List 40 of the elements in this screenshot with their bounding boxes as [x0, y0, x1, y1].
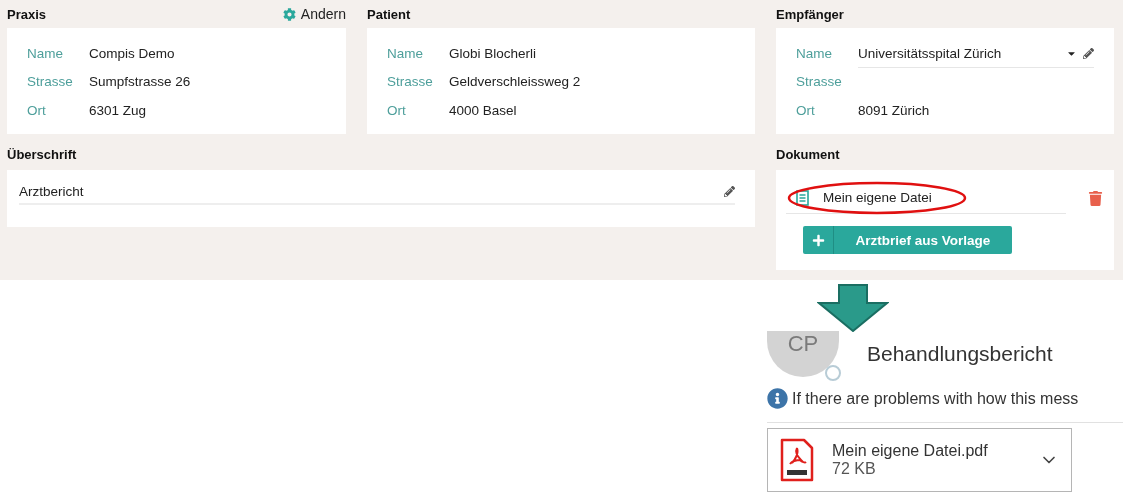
- plus-icon: [811, 233, 825, 247]
- field-label: Name: [27, 45, 64, 61]
- field-value: Geldverschleissweg 2: [449, 74, 582, 90]
- field-label: Strasse: [27, 74, 74, 90]
- recipient-dropdown[interactable]: Universitätsspital Zürich: [858, 39, 1094, 68]
- document-item[interactable]: Mein eigene Datei: [786, 182, 1066, 214]
- gear-icon: [282, 7, 296, 21]
- attachment-card[interactable]: Mein eigene Datei.pdf 72 KB: [767, 428, 1072, 492]
- field-label: Ort: [27, 102, 47, 118]
- email-subject: Behandlungsbericht: [867, 342, 1053, 366]
- down-arrow-icon: [817, 284, 889, 332]
- section-title: Dokument: [776, 147, 840, 162]
- pencil-icon[interactable]: [724, 186, 735, 197]
- document-icon: [796, 189, 809, 206]
- field-label: Ort: [387, 102, 407, 118]
- field-value: 6301 Zug: [89, 102, 148, 118]
- pencil-icon[interactable]: [1083, 47, 1094, 59]
- field-value: 8091 Zürich: [858, 102, 931, 118]
- heading-field[interactable]: Arztbericht: [19, 176, 735, 205]
- field-value: 4000 Basel: [449, 102, 518, 118]
- presence-icon: [825, 365, 841, 381]
- field-label: Name: [387, 45, 424, 61]
- trash-icon[interactable]: [1088, 190, 1103, 206]
- field-value: Sumpfstrasse 26: [89, 74, 192, 90]
- edit-link[interactable]: Andern: [282, 6, 346, 22]
- info-icon: [767, 388, 788, 409]
- info-message: If there are problems with how this mess: [792, 389, 1079, 408]
- attachment-name: Mein eigene Datei.pdf: [832, 442, 989, 460]
- field-label: Name: [796, 46, 833, 61]
- field-value: Compis Demo: [89, 45, 176, 61]
- section-title: Patient: [367, 6, 411, 22]
- field-value: Globi Blocherli: [449, 45, 538, 61]
- field-label: Strasse: [387, 74, 434, 90]
- section-title: Überschrift: [7, 147, 77, 162]
- section-title: Praxis: [7, 6, 47, 22]
- field-label: Strasse: [796, 74, 843, 90]
- section-title: Empfänger: [776, 6, 844, 22]
- pdf-file-icon: [780, 438, 814, 482]
- attachment-size: 72 KB: [832, 460, 877, 478]
- field-label: Ort: [796, 102, 816, 118]
